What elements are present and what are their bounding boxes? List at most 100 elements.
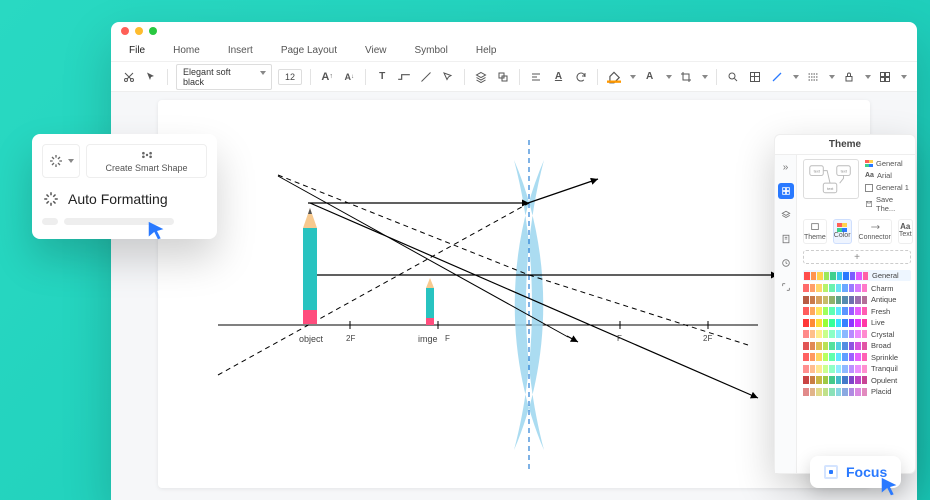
separator [519,69,520,85]
font-size-input[interactable]: 12 [278,69,302,85]
menu-insert[interactable]: Insert [228,45,253,56]
mode-theme[interactable]: Theme [803,219,827,244]
object-label: object [299,334,323,344]
text-tool-icon[interactable]: T [374,68,390,86]
palette-row[interactable]: Opulent [803,376,911,385]
side-tab-layers-icon[interactable] [778,207,794,223]
stroke-style-icon[interactable] [805,68,821,86]
rotate-icon[interactable] [573,68,589,86]
palette-row[interactable]: General [803,270,911,281]
drawing-canvas[interactable]: object 2F imge F F 2F [158,100,870,488]
palette-name: Tranquil [871,364,911,373]
two-f-right-label: 2F [703,334,712,343]
select-tool-icon[interactable] [440,68,456,86]
menu-file[interactable]: File [129,45,145,56]
theme-opt-font[interactable]: AaArial [865,171,911,180]
format-painter-icon[interactable]: A [642,68,658,86]
menu-symbol[interactable]: Symbol [415,45,448,56]
separator [365,69,366,85]
fill-bucket-icon[interactable] [606,68,622,86]
search-icon[interactable] [725,68,741,86]
f-left-label: F [445,334,450,343]
svg-text:text: text [814,170,821,174]
grid-dropdown-icon[interactable] [901,75,907,79]
palette-row[interactable]: Charm [803,284,911,293]
font-bigger-icon[interactable]: A↑ [319,68,335,86]
fill-dropdown-icon[interactable] [630,75,636,79]
palette-row[interactable]: Fresh [803,307,911,316]
theme-side-tabs: » [775,155,797,473]
auto-formatting-label[interactable]: Auto Formatting [68,191,168,207]
grid-icon[interactable] [877,68,893,86]
separator [716,69,717,85]
font-smaller-icon[interactable]: A↓ [341,68,357,86]
cut-icon[interactable] [121,68,137,86]
palette-name: Antique [871,295,911,304]
palette-name: Sprinkle [871,353,911,362]
line-tool-icon[interactable] [418,68,434,86]
side-tab-page-icon[interactable] [778,231,794,247]
theme-preview[interactable]: texttexttext [803,159,859,199]
text-style-icon[interactable]: A [550,68,566,86]
menubar: File Home Insert Page Layout View Symbol… [111,40,917,62]
crop-icon[interactable] [678,68,694,86]
side-tab-collapse-icon[interactable]: » [778,159,794,175]
menu-help[interactable]: Help [476,45,497,56]
stroke-dropdown-icon[interactable] [793,75,799,79]
create-smart-shape-button[interactable]: Create Smart Shape [86,144,207,178]
lock-dropdown-icon[interactable] [865,75,871,79]
focus-icon [824,465,838,479]
image-label: imge [418,334,438,344]
pen-icon[interactable] [769,68,785,86]
mode-text[interactable]: AaText [898,219,913,244]
palette-name: Opulent [871,376,911,385]
palette-name: Placid [871,387,911,396]
table-icon[interactable] [747,68,763,86]
palette-row[interactable]: Placid [803,387,911,396]
auto-format-icon [42,190,60,208]
align-icon[interactable] [528,68,544,86]
palette-name: General [872,271,910,280]
lock-icon[interactable] [841,68,857,86]
font-color-dropdown-icon[interactable] [666,75,672,79]
minimize-dot[interactable] [135,27,143,35]
maximize-dot[interactable] [149,27,157,35]
pointer-tool-icon[interactable] [143,68,159,86]
optics-diagram [158,100,870,488]
palette-name: Crystal [871,330,911,339]
menu-home[interactable]: Home [173,45,200,56]
palette-row[interactable]: Tranquil [803,364,911,373]
titlebar [111,22,917,40]
mode-connector[interactable]: Connector [858,219,892,244]
add-palette-button[interactable]: + [803,250,911,264]
palette-row[interactable]: Broad [803,341,911,350]
separator [597,69,598,85]
side-tab-expand-icon[interactable] [778,279,794,295]
two-f-left-label: 2F [346,334,355,343]
palette-row[interactable]: Crystal [803,330,911,339]
theme-opt-general1[interactable]: General 1 [865,183,911,192]
side-tab-history-icon[interactable] [778,255,794,271]
palette-row[interactable]: Antique [803,295,911,304]
menu-page-layout[interactable]: Page Layout [281,45,337,56]
palette-name: Charm [871,284,911,293]
theme-opt-save[interactable]: Save The... [865,195,911,213]
mode-color[interactable]: Color [833,219,852,244]
group-icon[interactable] [495,68,511,86]
side-tab-theme-icon[interactable] [778,183,794,199]
palette-row[interactable]: Sprinkle [803,353,911,362]
stroke-style-dropdown-icon[interactable] [829,75,835,79]
palette-row[interactable]: Live [803,318,911,327]
menu-view[interactable]: View [365,45,387,56]
crop-dropdown-icon[interactable] [702,75,708,79]
create-smart-shape-label: Create Smart Shape [105,163,187,173]
theme-opt-general[interactable]: General [865,159,911,168]
font-family-select[interactable]: Elegant soft black [176,64,272,90]
separator [464,69,465,85]
separator [167,69,168,85]
palette-name: Live [871,318,911,327]
spark-button[interactable] [42,144,80,178]
layers-icon[interactable] [473,68,489,86]
connector-tool-icon[interactable] [396,68,412,86]
close-dot[interactable] [121,27,129,35]
